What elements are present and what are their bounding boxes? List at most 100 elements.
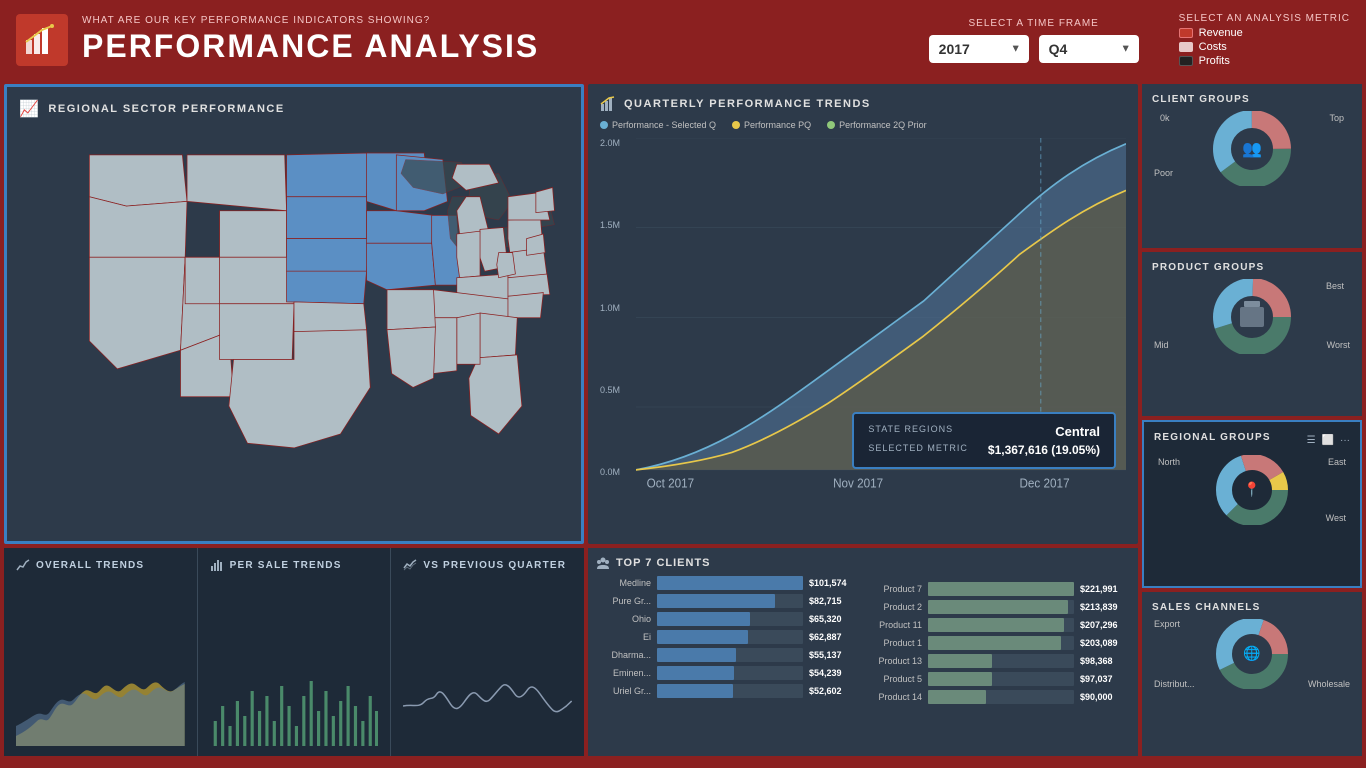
header: WHAT ARE OUR KEY PERFORMANCE INDICATORS … (0, 0, 1366, 80)
svg-text:👥: 👥 (1242, 141, 1262, 158)
product-value-0: $221,991 (1080, 584, 1130, 594)
top-clients-title: TOP 7 CLIENTS (616, 557, 711, 569)
regional-groups-header: REGIONAL GROUPS ☰ ⬜ ··· (1154, 432, 1350, 449)
tooltip-state-label: STATE REGIONS (868, 424, 953, 439)
legend-costs[interactable]: Costs (1179, 41, 1243, 53)
product-fill-5 (928, 672, 992, 686)
year-dropdown-wrap[interactable]: 2017 2016 2015 ▼ (929, 35, 1029, 63)
product-mid-label: Mid (1154, 340, 1169, 350)
header-title: PERFORMANCE ANALYSIS (82, 28, 929, 65)
product-fill-3 (928, 636, 1061, 650)
top-clients-section: TOP 7 CLIENTS Medline $101,574 Pure Gr..… (596, 556, 859, 748)
client-bar-4 (657, 648, 803, 662)
client-top-label: Top (1329, 113, 1344, 123)
expand-icon[interactable]: ⬜ (1322, 435, 1334, 446)
tooltip-state-row: STATE REGIONS Central (868, 424, 1100, 439)
year-dropdown[interactable]: 2017 2016 2015 (929, 35, 1029, 63)
overall-trends-section: OVERALL TRENDS (4, 548, 198, 756)
product-value-1: $213,839 (1080, 602, 1130, 612)
client-value-0: $101,574 (809, 578, 859, 588)
product-name-4: Product 13 (867, 656, 922, 666)
client-fill-2 (657, 612, 750, 626)
client-row-3: Ei $62,887 (596, 630, 859, 644)
product-value-6: $90,000 (1080, 692, 1130, 702)
quarterly-title: QUARTERLY PERFORMANCE TRENDS (600, 96, 1126, 112)
bottom-trends-panel: OVERALL TRENDS PER SALE (4, 548, 584, 756)
bottom-center-panel: TOP 7 CLIENTS Medline $101,574 Pure Gr..… (588, 548, 1138, 756)
product-fill-0 (928, 582, 1074, 596)
client-value-4: $55,137 (809, 650, 859, 660)
client-bar-3 (657, 630, 803, 644)
client-name-4: Dharma... (596, 650, 651, 660)
vs-previous-icon (403, 558, 417, 572)
quarter-dropdown-wrap[interactable]: Q4 Q3 Q2 Q1 ▼ (1039, 35, 1139, 63)
client-row-0: Medline $101,574 (596, 576, 859, 590)
product-row-0: Product 7 $221,991 (867, 582, 1130, 596)
hamburger-icon[interactable]: ☰ (1307, 435, 1316, 446)
us-map-svg (19, 127, 569, 527)
sales-distribut-label: Distribut... (1154, 679, 1195, 689)
quarter-dropdown[interactable]: Q4 Q3 Q2 Q1 (1039, 35, 1139, 63)
product-row-5: Product 5 $97,037 (867, 672, 1130, 686)
tooltip-state-value: Central (1055, 424, 1100, 439)
legend-selected-q: Performance - Selected Q (600, 120, 716, 130)
client-row-4: Dharma... $55,137 (596, 648, 859, 662)
clients-bar-list: Medline $101,574 Pure Gr... $82,715 Ohio (596, 576, 859, 698)
client-groups-panel: CLIENT GROUPS 👥 Top Poor 0k (1142, 84, 1362, 248)
overall-chart (16, 578, 185, 746)
client-0k-label: 0k (1160, 113, 1170, 123)
svg-text:Nov 2017: Nov 2017 (833, 476, 883, 491)
more-icon[interactable]: ··· (1340, 435, 1350, 446)
client-value-6: $52,602 (809, 686, 859, 696)
time-frame-selector: SELECT A TIME FRAME 2017 2016 2015 ▼ Q4 … (929, 18, 1139, 63)
costs-color-box (1179, 42, 1193, 52)
header-logo (16, 14, 68, 66)
client-row-1: Pure Gr... $82,715 (596, 594, 859, 608)
client-fill-1 (657, 594, 775, 608)
product-row-2: Product 11 $207,296 (867, 618, 1130, 632)
map-container[interactable] (19, 127, 569, 527)
client-value-1: $82,715 (809, 596, 859, 606)
sales-channels-chart: 🌐 Export Distribut... Wholesale (1152, 619, 1352, 689)
tooltip-metric-label: SELECTED METRIC (868, 443, 968, 457)
legend-revenue[interactable]: Revenue (1179, 27, 1243, 39)
product-bar-2 (928, 618, 1074, 632)
metric-label: SELECT AN ANALYSIS METRIC (1179, 13, 1350, 25)
product-groups-panel: PRODUCT GROUPS Best Mid Worst (1142, 252, 1362, 416)
client-donut-svg: 👥 (1212, 111, 1292, 186)
products-bar-list: Product 7 $221,991 Product 2 $213,839 Pr… (867, 582, 1130, 704)
product-bar-3 (928, 636, 1074, 650)
product-row-1: Product 2 $213,839 (867, 600, 1130, 614)
product-name-3: Product 1 (867, 638, 922, 648)
product-name-5: Product 5 (867, 674, 922, 684)
tooltip-metric-value: $1,367,616 (19.05%) (988, 443, 1100, 457)
regional-panel-title: 📈 REGIONAL SECTOR PERFORMANCE (19, 99, 569, 119)
product-bar-4 (928, 654, 1074, 668)
product-name-6: Product 14 (867, 692, 922, 702)
main-grid: 📈 REGIONAL SECTOR PERFORMANCE (0, 80, 1366, 768)
client-name-3: Ei (596, 632, 651, 642)
right-column: CLIENT GROUPS 👥 Top Poor 0k PRODUCT GROU… (1142, 84, 1362, 756)
overall-trends-title: OVERALL TRENDS (16, 558, 185, 572)
metric-legend: SELECT AN ANALYSIS METRIC Revenue Costs … (1179, 13, 1350, 67)
dropdowns: 2017 2016 2015 ▼ Q4 Q3 Q2 Q1 ▼ (929, 35, 1139, 63)
product-best-label: Best (1326, 281, 1344, 291)
product-bar-0 (928, 582, 1074, 596)
quarterly-legend: Performance - Selected Q Performance PQ … (600, 120, 1126, 130)
client-fill-5 (657, 666, 734, 680)
y-axis: 2.0M 1.5M 1.0M 0.5M 0.0M (600, 138, 636, 499)
sales-channels-panel: SALES CHANNELS 🌐 Export Distribut... Who… (1142, 592, 1362, 756)
product-fill-1 (928, 600, 1068, 614)
client-name-5: Eminen... (596, 668, 651, 678)
header-title-block: WHAT ARE OUR KEY PERFORMANCE INDICATORS … (82, 15, 929, 65)
per-sale-svg (210, 666, 379, 746)
client-fill-3 (657, 630, 748, 644)
svg-text:🌐: 🌐 (1243, 645, 1260, 662)
quarterly-icon (600, 96, 616, 112)
client-name-6: Uriel Gr... (596, 686, 651, 696)
product-row-6: Product 14 $90,000 (867, 690, 1130, 704)
client-name-1: Pure Gr... (596, 596, 651, 606)
vs-previous-title: VS PREVIOUS QUARTER (403, 558, 572, 572)
legend-profits[interactable]: Profits (1179, 55, 1243, 67)
product-row-3: Product 1 $203,089 (867, 636, 1130, 650)
